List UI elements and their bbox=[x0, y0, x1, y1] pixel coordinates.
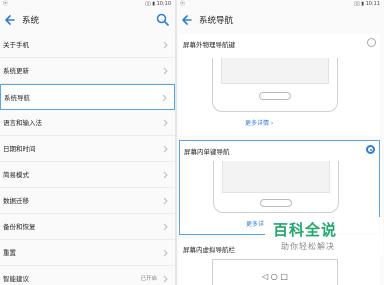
menu-item-simple-mode[interactable]: 简易模式 bbox=[0, 162, 175, 188]
menu-item-system-navigation[interactable]: 系统导航 bbox=[0, 84, 175, 110]
chevron-right-icon bbox=[162, 94, 167, 102]
menu-item-smart-suggestions[interactable]: 智能建议 已开启 bbox=[0, 266, 175, 285]
menu-item-backup-restore[interactable]: 备份和恢复 bbox=[0, 214, 175, 240]
menu-item-label: 简易模式 bbox=[3, 171, 29, 179]
home-key-illustration bbox=[260, 199, 292, 207]
option-physical-nav-keys[interactable]: 屏幕外物理导航键 更多详情 › bbox=[179, 34, 380, 136]
settings-menu: 关于手机 系统更新 系统导航 语言和输入法 日期和时间 简易模式 数据迁移 备份… bbox=[0, 32, 175, 285]
title-bar: 系统 bbox=[0, 10, 175, 32]
title-bar: 系统导航 bbox=[177, 10, 384, 32]
chevron-right-icon bbox=[163, 249, 168, 257]
chevron-right-icon bbox=[163, 223, 168, 231]
menu-item-label: 关于手机 bbox=[3, 41, 29, 49]
menu-item-label: 数据迁移 bbox=[3, 197, 29, 205]
phone-illustration bbox=[213, 161, 339, 213]
status-left: ⓔ bbox=[180, 1, 186, 7]
menu-item-about-phone[interactable]: 关于手机 bbox=[0, 32, 175, 58]
menu-item-reset[interactable]: 重置 bbox=[0, 240, 175, 266]
option-title: 屏幕内虚拟导航栏 bbox=[183, 246, 235, 254]
back-arrow-icon[interactable] bbox=[4, 13, 16, 27]
phone-illustration bbox=[212, 58, 338, 112]
option-title: 屏幕外物理导航键 bbox=[183, 41, 235, 49]
watermark-main-text: 百科全说 bbox=[273, 221, 338, 239]
menu-item-label: 智能建议 bbox=[3, 275, 29, 283]
menu-item-value: 已开启 bbox=[140, 276, 157, 282]
phone-screen bbox=[221, 58, 329, 84]
menu-item-label: 日期和时间 bbox=[3, 145, 36, 153]
status-bar: ⓔ ▯▯ ▮ 10:11 bbox=[177, 0, 384, 8]
menu-item-label: 系统更新 bbox=[3, 67, 29, 75]
chevron-right-icon bbox=[163, 275, 168, 283]
menu-item-language-input[interactable]: 语言和输入法 bbox=[0, 110, 175, 136]
more-details-link[interactable]: 更多详情 › bbox=[245, 118, 273, 127]
menu-item-label: 备份和恢复 bbox=[3, 223, 36, 231]
menu-item-date-time[interactable]: 日期和时间 bbox=[0, 136, 175, 162]
menu-item-label: 系统导航 bbox=[4, 94, 30, 102]
chevron-right-icon bbox=[163, 197, 168, 205]
more-details-link[interactable]: 更多详 bbox=[246, 219, 264, 228]
radio-button[interactable] bbox=[367, 38, 376, 47]
option-title: 屏幕内单键导航 bbox=[184, 148, 230, 156]
page-title: 系统导航 bbox=[199, 16, 234, 26]
watermark-logo: 百科全说 助你轻松解决 bbox=[265, 217, 383, 257]
back-arrow-icon[interactable] bbox=[181, 13, 193, 27]
status-bar: ⓔ ▯▯ ▮ 10:10 bbox=[0, 0, 175, 8]
chevron-right-icon bbox=[163, 67, 168, 75]
system-settings-screen: ⓔ ▯▯ ▮ 10:10 系统 关于手机 系统更新 系统导航 语言和输入法 日期… bbox=[0, 0, 175, 285]
menu-item-system-update[interactable]: 系统更新 bbox=[0, 58, 175, 84]
status-right: ▯▯ ▮ 10:11 bbox=[354, 1, 380, 7]
home-key-illustration bbox=[259, 92, 291, 100]
radio-button-selected[interactable] bbox=[366, 145, 375, 154]
search-icon[interactable] bbox=[156, 13, 169, 26]
menu-item-data-migration[interactable]: 数据迁移 bbox=[0, 188, 175, 214]
phone-screen bbox=[222, 161, 330, 193]
page-title: 系统 bbox=[22, 16, 40, 26]
chevron-right-icon bbox=[163, 41, 168, 49]
phone-illustration: ◁ ○ □ bbox=[212, 259, 338, 285]
virtual-nav-keys: ◁ ○ □ bbox=[262, 272, 288, 281]
menu-item-label: 语言和输入法 bbox=[3, 119, 42, 127]
status-left: ⓔ bbox=[3, 1, 9, 7]
watermark-sub-text: 助你轻松解决 bbox=[281, 242, 335, 251]
menu-item-label: 重置 bbox=[3, 249, 16, 257]
chevron-right-icon bbox=[163, 171, 168, 179]
status-right: ▯▯ ▮ 10:10 bbox=[145, 1, 171, 7]
chevron-right-icon bbox=[163, 145, 168, 153]
chevron-right-icon bbox=[163, 119, 168, 127]
